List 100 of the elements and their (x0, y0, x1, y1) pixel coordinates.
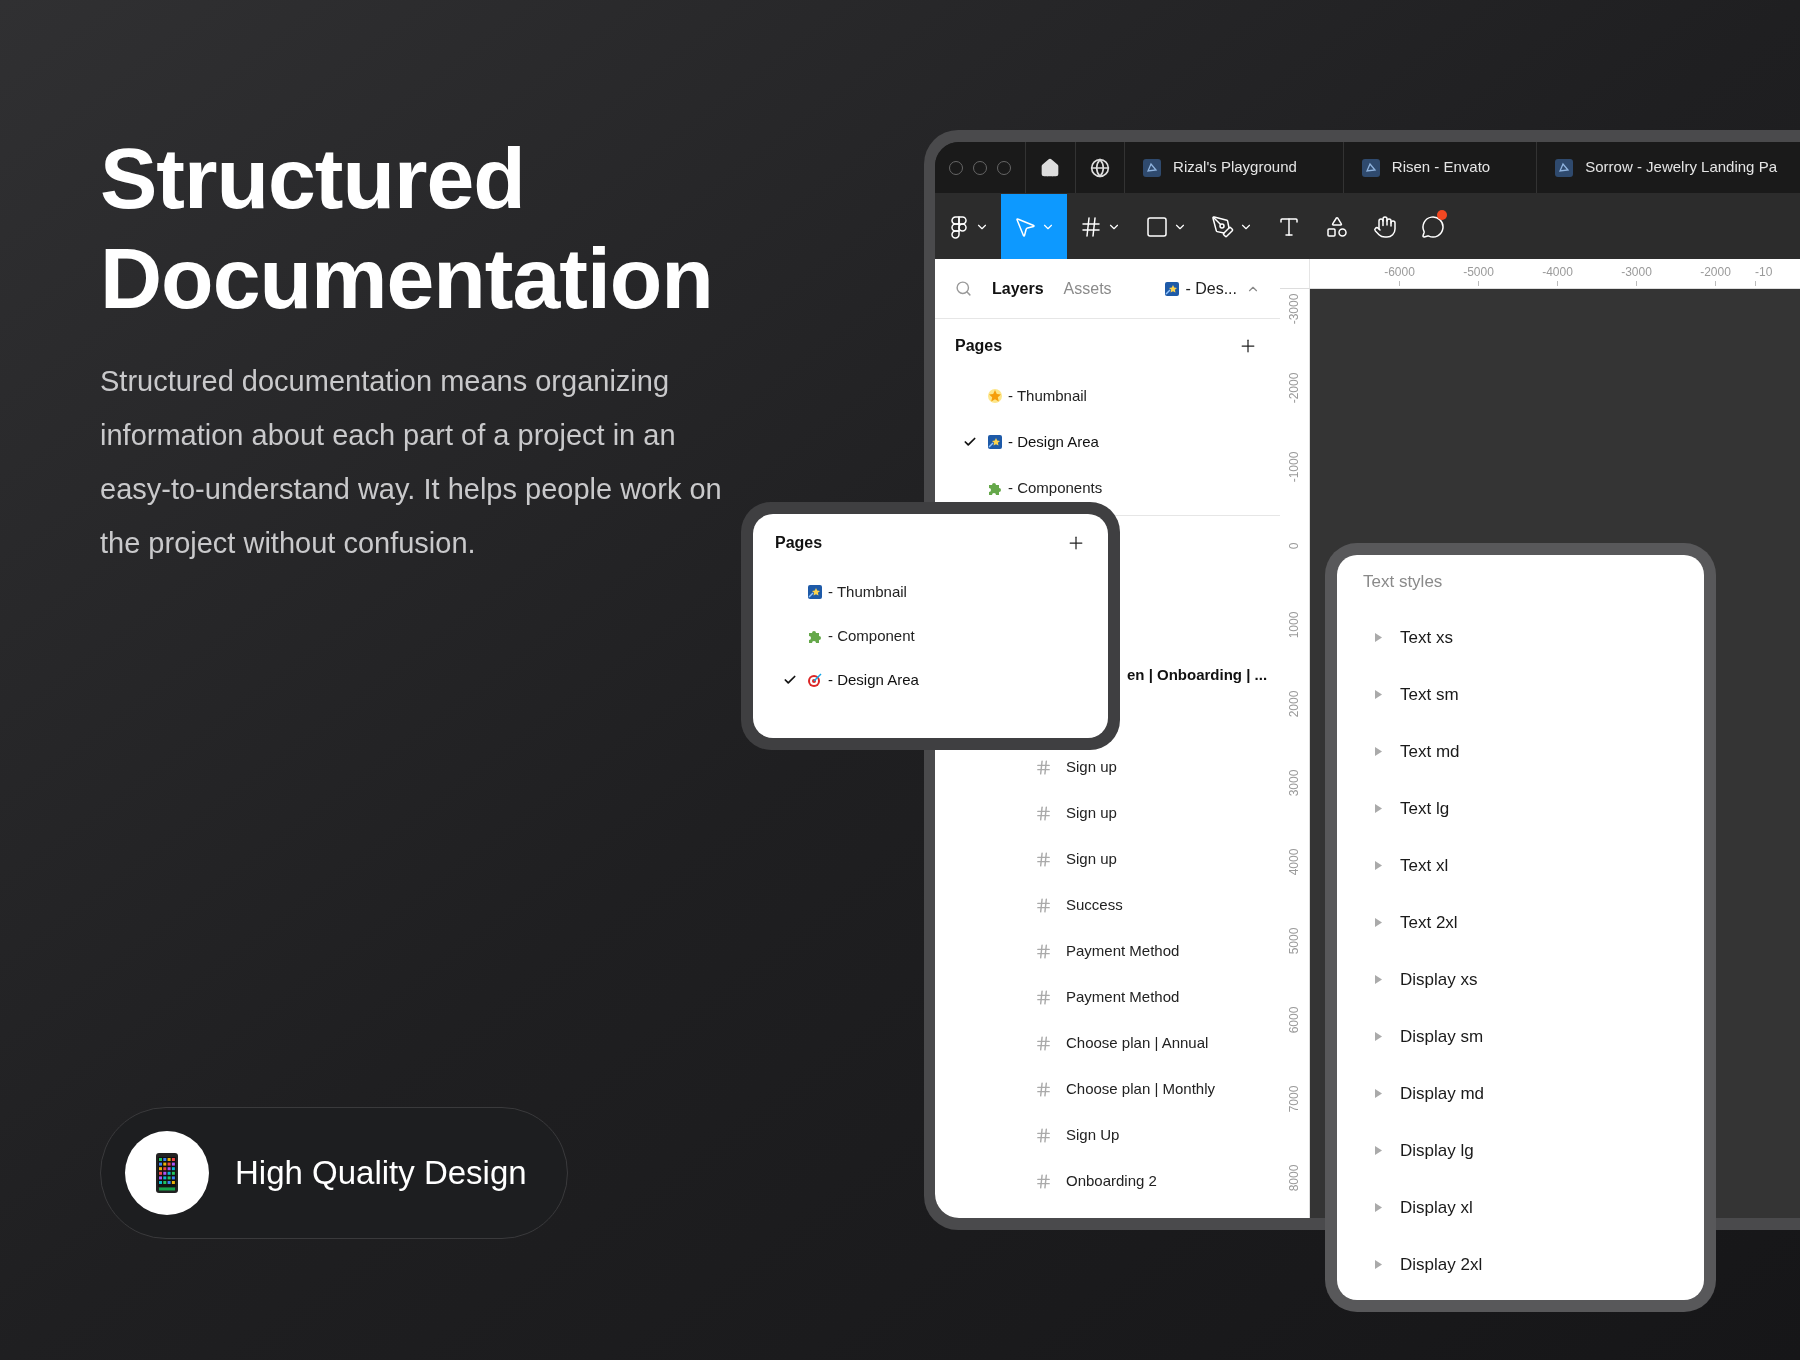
ruler-label: 1000 (1287, 611, 1302, 638)
puzzle-icon (807, 628, 823, 644)
star-picture-icon (1164, 280, 1181, 297)
frame-icon (1035, 804, 1052, 822)
phone-icon (156, 1153, 178, 1193)
page-switcher[interactable]: - Des... (1164, 276, 1260, 301)
shapes-icon (1325, 214, 1349, 239)
star-picture-icon (987, 434, 1003, 450)
frame-icon (1079, 214, 1103, 239)
text-style-item[interactable]: Text xs (1363, 609, 1704, 666)
layer-item[interactable]: Success (935, 882, 1280, 928)
text-style-item[interactable]: Text sm (1363, 666, 1704, 723)
page-item[interactable]: - Thumbnail (955, 373, 1258, 419)
frame-icon (1035, 1080, 1052, 1098)
caret-icon (1375, 1146, 1382, 1155)
layer-item[interactable]: Payment Method (935, 928, 1280, 974)
file-icon (1361, 158, 1380, 177)
layer-item[interactable]: Choose plan | Monthly (935, 1066, 1280, 1112)
text-style-item[interactable]: Text md (1363, 723, 1704, 780)
ruler-label: 4000 (1287, 848, 1302, 875)
caret-icon (1375, 861, 1382, 870)
pen-icon (1211, 214, 1235, 239)
globe-icon[interactable] (1089, 157, 1110, 178)
page-name: - Design Area (828, 669, 919, 690)
panel-tab[interactable]: Assets (1063, 276, 1112, 301)
ruler-label: 7000 (1287, 1085, 1302, 1112)
text-style-item[interactable]: Text lg (1363, 780, 1704, 837)
frame-icon (1035, 896, 1052, 914)
page-item[interactable]: - Components (955, 465, 1258, 511)
text-style-item[interactable]: Text 2xl (1363, 894, 1704, 951)
page-name: - Thumbnail (828, 581, 907, 602)
text-style-item[interactable]: Display sm (1363, 1008, 1704, 1065)
ruler-label: 0 (1287, 542, 1302, 549)
frame-icon (1035, 758, 1052, 776)
home-icon[interactable] (1040, 157, 1061, 178)
ruler-label: 6000 (1287, 1006, 1302, 1033)
layer-item[interactable]: Sign up (935, 744, 1280, 790)
layer-item[interactable]: Sign up (935, 790, 1280, 836)
comment-icon (1421, 214, 1445, 239)
ruler-label: -10 (1755, 265, 1773, 279)
file-tab[interactable]: Rizal's Playground (1125, 142, 1344, 193)
caret-icon (1375, 1089, 1382, 1098)
text-style-item[interactable]: Display 2xl (1363, 1236, 1704, 1293)
caret-icon (1375, 918, 1382, 927)
pages-heading: Pages (775, 533, 823, 553)
ruler-label: -2000 (1700, 265, 1731, 279)
panel-tab[interactable]: Layers (992, 276, 1044, 301)
page-title: Structured Documentation (100, 129, 714, 328)
check-icon (783, 673, 797, 687)
layer-name[interactable]: en | Onboarding | ... (1127, 663, 1268, 687)
ruler-label: 3000 (1287, 769, 1302, 796)
ruler-label: -4000 (1542, 265, 1573, 279)
page-item[interactable]: - Thumbnail (775, 570, 1086, 614)
file-icon (1143, 158, 1162, 177)
hand-icon (1373, 214, 1397, 239)
description: Structured documentation means organizing information about each part of a project in an easy-to-understand way. It helps people work on the project without confusion. (100, 364, 723, 561)
ruler-label: -6000 (1384, 265, 1415, 279)
frame-icon (1035, 1172, 1052, 1190)
caret-icon (1375, 747, 1382, 756)
caret-icon (1375, 633, 1382, 642)
star-icon (987, 388, 1003, 404)
layer-item[interactable]: Sign Up (935, 1112, 1280, 1158)
target-icon (807, 672, 823, 688)
frame-icon (1035, 942, 1052, 960)
panel-heading: Text styles (1363, 571, 1443, 594)
puzzle-icon (987, 480, 1003, 496)
layer-item[interactable]: Payment Method (935, 974, 1280, 1020)
square-icon (1145, 214, 1169, 239)
text-style-item[interactable]: Display xs (1363, 951, 1704, 1008)
layer-item[interactable]: Sign up (935, 836, 1280, 882)
layer-item[interactable]: Onboarding 2 (935, 1158, 1280, 1204)
ruler-label: -3000 (1287, 293, 1302, 324)
page-name: - Design Area (1008, 431, 1099, 452)
page-item[interactable]: - Design Area (955, 419, 1258, 465)
caret-icon (1375, 690, 1382, 699)
text-style-item[interactable]: Display xl (1363, 1179, 1704, 1236)
ruler-label: 8000 (1287, 1164, 1302, 1191)
frame-icon (1035, 988, 1052, 1006)
file-tab[interactable]: Sorrow - Jewelry Landing Pa (1537, 142, 1800, 193)
badge-label: High Quality Design (235, 1153, 527, 1194)
ruler-label: -3000 (1621, 265, 1652, 279)
text-style-item[interactable]: Display lg (1363, 1122, 1704, 1179)
caret-icon (1375, 1260, 1382, 1269)
search-icon[interactable] (955, 280, 972, 297)
ruler-label: -1000 (1287, 451, 1302, 482)
check-icon (963, 435, 977, 449)
ruler-label: 2000 (1287, 690, 1302, 717)
page-item[interactable]: - Component (775, 614, 1086, 658)
page-name: - Thumbnail (1008, 385, 1087, 406)
layer-item[interactable]: Choose plan | Annual (935, 1020, 1280, 1066)
caret-icon (1375, 975, 1382, 984)
page-name: - Component (828, 625, 915, 646)
pages-heading: Pages (955, 336, 1003, 356)
text-style-item[interactable]: Display md (1363, 1065, 1704, 1122)
ruler-label: -2000 (1287, 372, 1302, 403)
ruler-label: -5000 (1463, 265, 1494, 279)
page-item[interactable]: - Design Area (775, 658, 1086, 702)
text-style-item[interactable]: Text xl (1363, 837, 1704, 894)
frame-icon (1035, 1126, 1052, 1144)
file-tab[interactable]: Risen - Envato (1343, 142, 1538, 193)
